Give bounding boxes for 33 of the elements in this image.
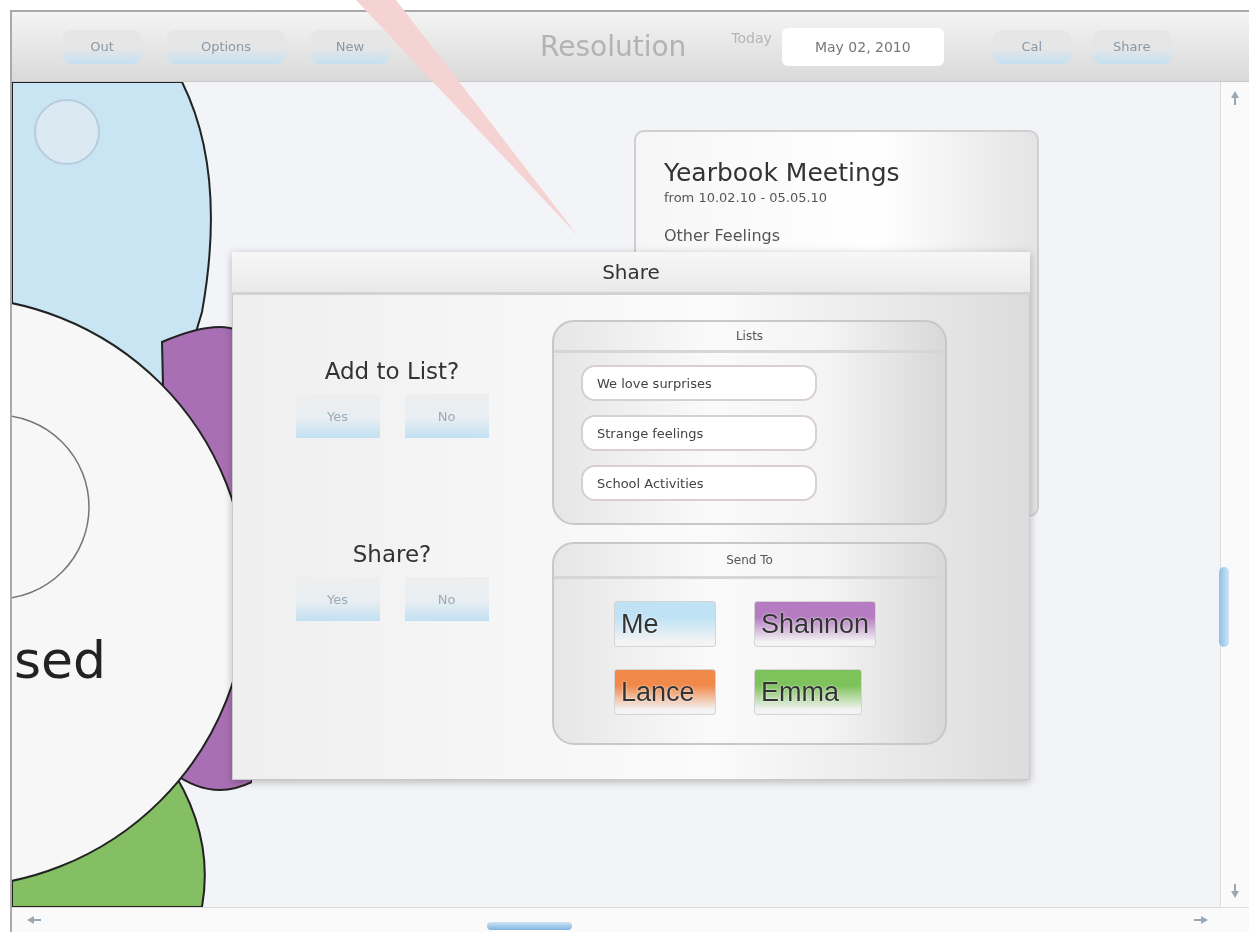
scroll-down-icon[interactable] (1230, 883, 1240, 899)
choice-button[interactable]: Yes (295, 394, 380, 438)
event-dates: from 10.02.10 - 05.05.10 (664, 190, 828, 205)
choice-button[interactable]: Yes (295, 577, 380, 621)
recipient-chip[interactable]: Emma (754, 669, 862, 715)
section-heading: Other Feelings (664, 226, 781, 245)
question-label: Share? (352, 541, 432, 567)
recipient-chip[interactable]: Lance (614, 669, 716, 715)
scroll-left-icon[interactable] (26, 915, 42, 925)
app-title: Resolution (540, 30, 687, 63)
event-title: Yearbook Meetings (664, 158, 900, 187)
choice-button[interactable]: No (404, 394, 489, 438)
scroll-up-icon[interactable] (1230, 90, 1240, 106)
panel-title: Send To (726, 553, 773, 567)
panel-title: Lists (735, 329, 764, 343)
date-field[interactable]: May 02, 2010 (781, 27, 944, 66)
toolbar-button[interactable]: Cal (991, 29, 1072, 64)
list-item[interactable]: We love surprises (581, 365, 817, 401)
node-label: sed (14, 630, 107, 690)
scrollbar-thumb[interactable] (487, 922, 572, 930)
dialog-title: Share (232, 252, 1030, 295)
question-label: Add to List? (324, 358, 460, 384)
scroll-right-icon[interactable] (1193, 915, 1209, 925)
list-item[interactable]: Strange feelings (581, 415, 817, 451)
recipient-chip[interactable]: Shannon (754, 601, 877, 647)
choice-button[interactable]: No (404, 577, 489, 621)
scrollbar-thumb[interactable] (1219, 567, 1229, 647)
recipient-chip[interactable]: Me (614, 601, 716, 647)
toolbar-button[interactable]: New (310, 29, 390, 64)
toolbar-button[interactable]: Out (62, 29, 142, 64)
toolbar-button[interactable]: Options (166, 29, 286, 64)
list-item[interactable]: School Activities (581, 465, 817, 501)
toolbar-button[interactable]: Share (1091, 29, 1172, 64)
